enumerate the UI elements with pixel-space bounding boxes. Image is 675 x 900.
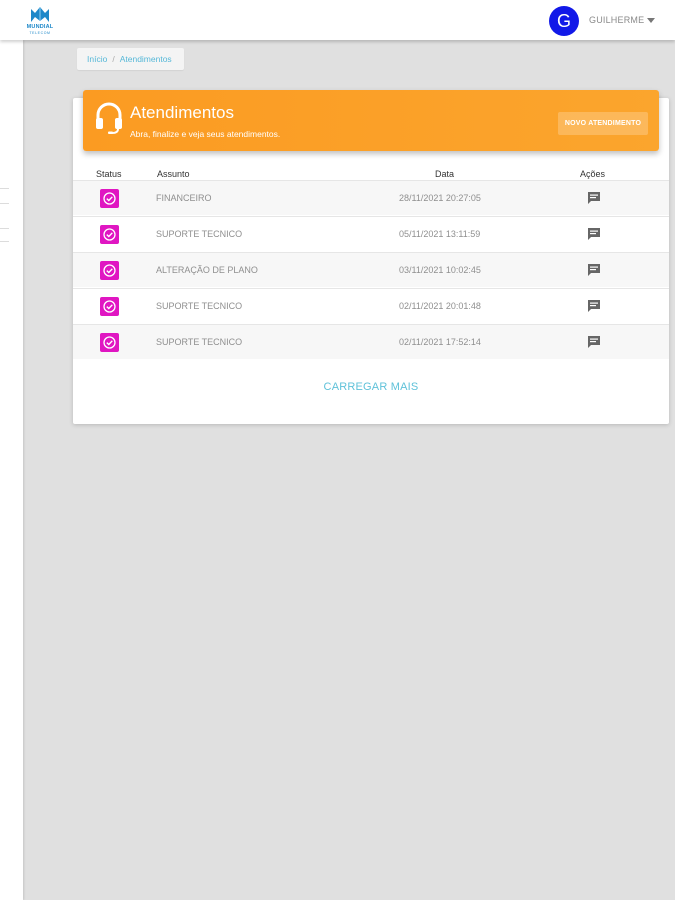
- ticket-date: 28/11/2021 20:27:05: [399, 193, 481, 203]
- status-check-icon: [100, 225, 119, 244]
- comment-icon[interactable]: [587, 335, 601, 349]
- load-more-button[interactable]: CARREGAR MAIS: [310, 381, 432, 393]
- page-subtitle: Abra, finalize e veja seus atendimentos.: [130, 129, 281, 139]
- status-check-icon: [100, 333, 119, 352]
- page-title: Atendimentos: [130, 103, 234, 122]
- ticket-subject: FINANCEIRO: [156, 193, 212, 203]
- logo-icon: [31, 7, 49, 22]
- sidebar-divider: [0, 241, 9, 242]
- comment-icon[interactable]: [587, 227, 601, 241]
- table-row[interactable]: SUPORTE TECNICO 02/11/2021 17:52:14: [73, 324, 669, 359]
- mundial-telecom-logo[interactable]: MUNDIAL TELECOM: [20, 4, 60, 38]
- header-subject: Assunto: [157, 169, 190, 179]
- header-status: Status: [96, 169, 122, 179]
- sidebar: [0, 40, 23, 900]
- top-bar: MUNDIAL TELECOM G GUILHERME: [0, 0, 675, 40]
- new-ticket-button[interactable]: NOVO ATENDIMENTO: [558, 112, 648, 135]
- sidebar-divider: [0, 188, 9, 189]
- logo-subtitle: TELECOM: [29, 31, 51, 35]
- logo-name: MUNDIAL: [26, 24, 54, 30]
- sidebar-divider: [0, 228, 9, 229]
- status-check-icon: [100, 261, 119, 280]
- header-date: Data: [435, 169, 455, 179]
- headset-icon: [96, 102, 122, 134]
- ticket-subject: ALTERAÇÃO DE PLANO: [156, 265, 258, 275]
- ticket-date: 05/11/2021 13:11:59: [399, 229, 481, 239]
- comment-icon[interactable]: [587, 263, 601, 277]
- ticket-date: 03/11/2021 10:02:45: [399, 265, 481, 275]
- comment-icon[interactable]: [587, 299, 601, 313]
- caret-down-icon[interactable]: [647, 18, 655, 23]
- breadcrumb: Início / Atendimentos: [77, 48, 184, 70]
- breadcrumb-separator: /: [112, 54, 115, 64]
- sidebar-divider: [0, 203, 9, 204]
- breadcrumb-home[interactable]: Início: [87, 54, 107, 64]
- table-row[interactable]: FINANCEIRO 28/11/2021 20:27:05: [73, 180, 669, 215]
- header-actions: Ações: [580, 169, 606, 179]
- ticket-subject: SUPORTE TECNICO: [156, 337, 243, 347]
- ticket-date: 02/11/2021 20:01:48: [399, 301, 481, 311]
- user-avatar[interactable]: G: [549, 6, 579, 36]
- table-row[interactable]: SUPORTE TECNICO 05/11/2021 13:11:59: [73, 216, 669, 251]
- comment-icon[interactable]: [587, 191, 601, 205]
- status-check-icon: [100, 297, 119, 316]
- ticket-subject: SUPORTE TECNICO: [156, 229, 243, 239]
- ticket-date: 02/11/2021 17:52:14: [399, 337, 481, 347]
- status-check-icon: [100, 189, 119, 208]
- breadcrumb-current[interactable]: Atendimentos: [120, 54, 172, 64]
- table-row[interactable]: SUPORTE TECNICO 02/11/2021 20:01:48: [73, 288, 669, 323]
- user-name[interactable]: GUILHERME: [589, 15, 644, 25]
- page-header-banner: Atendimentos Abra, finalize e veja seus …: [83, 90, 659, 151]
- ticket-subject: SUPORTE TECNICO: [156, 301, 243, 311]
- table-row[interactable]: ALTERAÇÃO DE PLANO 03/11/2021 10:02:45: [73, 252, 669, 287]
